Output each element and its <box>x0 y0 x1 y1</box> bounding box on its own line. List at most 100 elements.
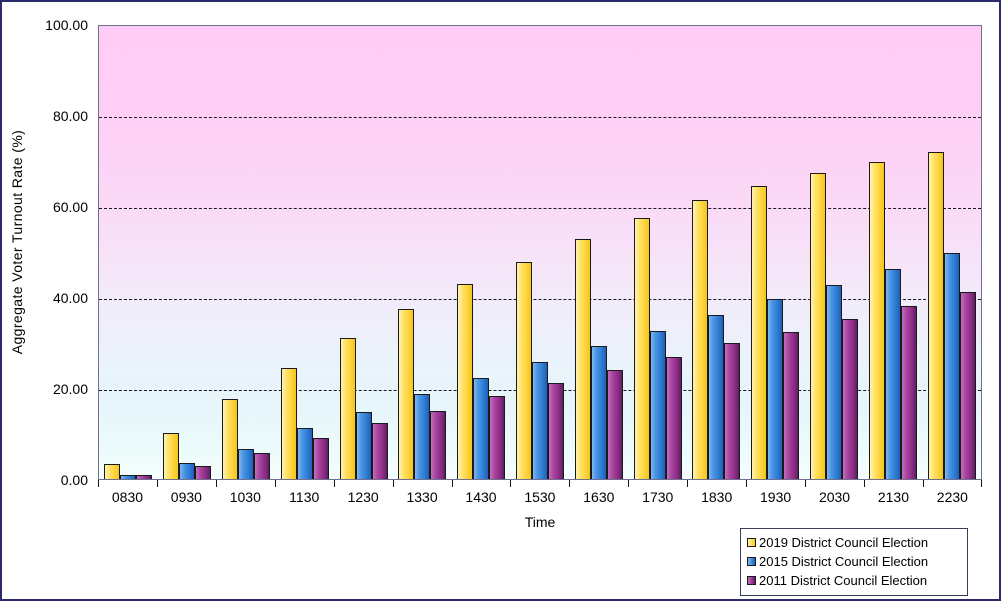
y-axis-tick-labels: 0.00 20.00 40.00 60.00 80.00 100.00 <box>30 12 92 492</box>
bar[interactable] <box>136 474 153 479</box>
bar[interactable] <box>473 378 490 479</box>
bar-group <box>511 26 570 479</box>
bar[interactable] <box>841 319 858 479</box>
bar[interactable] <box>868 161 885 479</box>
bar[interactable] <box>825 284 842 479</box>
legend-swatch-icon <box>747 557 756 566</box>
chart-container: Aggregate Voter Turnout Rate (%) 0.00 20.… <box>0 0 1001 601</box>
bar[interactable] <box>371 423 388 479</box>
bar[interactable] <box>280 367 297 479</box>
bar[interactable] <box>900 306 917 479</box>
bar-group <box>158 26 217 479</box>
x-tick-label: 1130 <box>289 489 320 505</box>
bar[interactable] <box>339 337 356 479</box>
x-tick-mark <box>215 480 275 488</box>
bar[interactable] <box>414 394 431 479</box>
x-tick-label: 1630 <box>583 489 615 505</box>
bar[interactable] <box>767 299 784 479</box>
bar[interactable] <box>884 268 901 479</box>
bar[interactable] <box>195 465 212 479</box>
y-tick-label: 40.00 <box>52 290 88 306</box>
bars-layer <box>99 26 981 479</box>
y-axis-title-text: Aggregate Voter Turnout Rate (%) <box>9 129 26 355</box>
bar-group <box>275 26 334 479</box>
legend-item[interactable]: 2011 District Council Election <box>747 571 961 590</box>
x-tick-mark <box>687 480 746 488</box>
bar[interactable] <box>104 464 121 479</box>
bar[interactable] <box>355 411 372 479</box>
legend: 2019 District Council Election 2015 Distr… <box>740 528 968 596</box>
plot-area <box>98 25 982 480</box>
x-tick-label: 1030 <box>229 489 261 505</box>
x-tick-mark <box>392 480 452 488</box>
bar[interactable] <box>547 383 564 479</box>
legend-item[interactable]: 2015 District Council Election <box>747 552 961 571</box>
bar[interactable] <box>296 428 313 479</box>
bar[interactable] <box>120 475 137 479</box>
bar[interactable] <box>221 399 238 479</box>
x-tick-label: 2230 <box>936 489 968 505</box>
bar[interactable] <box>253 452 270 479</box>
bar[interactable] <box>943 252 960 479</box>
bar[interactable] <box>489 396 506 479</box>
x-tick-mark <box>156 480 216 488</box>
legend-swatch-icon <box>747 538 756 547</box>
y-tick-label: 100.00 <box>45 17 88 33</box>
bar[interactable] <box>312 437 329 479</box>
x-tick-label: 1230 <box>347 489 379 505</box>
bar[interactable] <box>398 308 415 479</box>
bar-group <box>452 26 511 479</box>
x-tick-label: 1330 <box>406 489 438 505</box>
x-tick-label: 1530 <box>524 489 556 505</box>
bar[interactable] <box>430 410 447 479</box>
bar[interactable] <box>179 463 196 479</box>
x-tick-label: 1730 <box>642 489 674 505</box>
bar[interactable] <box>237 448 254 479</box>
x-tick-mark <box>863 480 923 488</box>
bar[interactable] <box>783 331 800 479</box>
legend-item-label: 2015 District Council Election <box>759 554 929 569</box>
bar-group <box>805 26 864 479</box>
bar[interactable] <box>959 292 976 479</box>
x-tick-mark <box>746 480 805 488</box>
x-tick-label: 2030 <box>818 489 851 505</box>
x-tick-label: 0830 <box>111 489 144 505</box>
x-axis-ticks <box>98 480 982 488</box>
x-tick-label: 0930 <box>170 489 202 505</box>
bar[interactable] <box>809 173 826 479</box>
legend-item[interactable]: 2019 District Council Election <box>747 533 961 552</box>
x-axis-tick-labels: 0830 0930 1030 1130 1230 1330 1430 1530 1630 1730… <box>98 489 982 509</box>
bar[interactable] <box>633 217 650 479</box>
bar-group <box>922 26 981 479</box>
bar[interactable] <box>606 369 623 479</box>
x-tick-label: 1930 <box>760 489 792 505</box>
y-tick-label: 0.00 <box>60 472 88 488</box>
bar[interactable] <box>163 432 180 479</box>
bar-group <box>217 26 276 479</box>
y-tick-label: 60.00 <box>52 199 88 215</box>
bar-group <box>687 26 746 479</box>
bar[interactable] <box>574 238 591 479</box>
x-tick-mark <box>510 480 569 488</box>
bar[interactable] <box>515 261 532 479</box>
bar-group <box>393 26 452 479</box>
bar[interactable] <box>692 200 709 479</box>
bar[interactable] <box>751 185 768 479</box>
bar[interactable] <box>590 346 607 479</box>
y-tick-label: 80.00 <box>52 108 88 124</box>
bar-group <box>863 26 922 479</box>
bar[interactable] <box>457 284 474 479</box>
bar[interactable] <box>927 151 944 479</box>
bar[interactable] <box>724 342 741 479</box>
bar[interactable] <box>708 314 725 479</box>
bar-group <box>334 26 393 479</box>
x-tick-mark <box>98 480 157 488</box>
legend-item-label: 2019 District Council Election <box>759 535 929 550</box>
x-tick-mark <box>274 480 334 488</box>
bar[interactable] <box>649 330 666 479</box>
x-tick-mark <box>569 480 628 488</box>
bar[interactable] <box>531 362 548 479</box>
x-tick-mark <box>628 480 687 488</box>
bar-group <box>628 26 687 479</box>
bar[interactable] <box>665 357 682 479</box>
